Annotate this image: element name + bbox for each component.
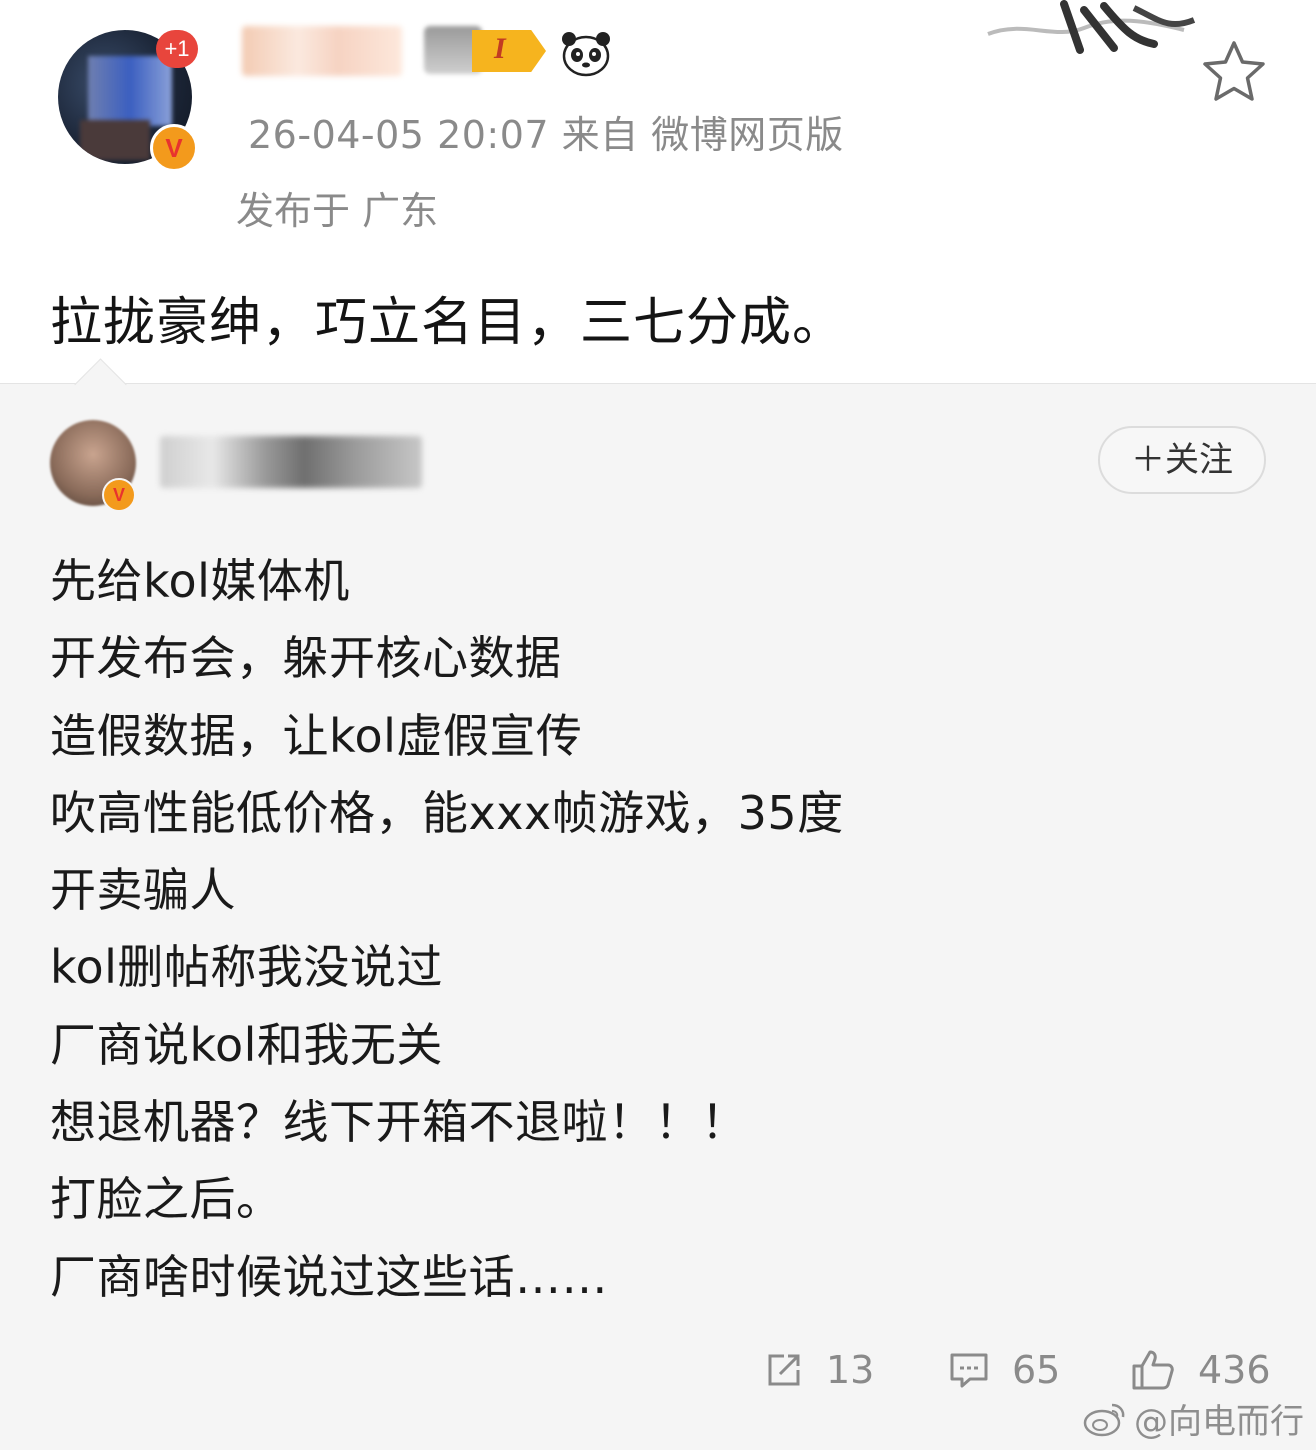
author-name-blurred[interactable] (242, 26, 402, 76)
avatar-mosaic (88, 56, 172, 126)
post-location: 发布于 广东 (236, 189, 439, 233)
verified-v-icon: V (150, 124, 198, 172)
repost-count: 13 (826, 1348, 875, 1392)
quoted-line: 吹高性能低价格，能xxx帧游戏，35度 (50, 785, 844, 840)
weibo-post: +1 V I 26-04-05 20:07 来自 微博网页版 发布于 广东 拉拢… (0, 0, 1316, 383)
quoted-line: 厂商啥时候说过这些话…… (50, 1249, 608, 1304)
post-text: 拉拢豪绅，巧立名目，三七分成。 (50, 293, 846, 353)
quoted-line: 打脸之后。 (50, 1172, 283, 1227)
quoted-post-text: 先给kol媒体机 开发布会，躲开核心数据 造假数据，让kol虚假宣传 吹高性能低… (50, 550, 844, 1323)
thumbs-up-icon (1132, 1350, 1174, 1390)
post-timestamp-source: 26-04-05 20:07 来自 微博网页版 (248, 113, 844, 157)
weibo-logo-icon (1083, 1403, 1125, 1436)
quoted-line: 开卖骗人 (50, 863, 236, 918)
quoted-line: 先给kol媒体机 (50, 554, 350, 608)
quoted-author-name-blurred[interactable] (160, 436, 422, 488)
quoted-line: 造假数据，让kol虚假宣传 (50, 708, 583, 763)
ink-watermark-icon (987, 0, 1196, 54)
weibo-watermark: @向电而行 (1082, 1394, 1304, 1443)
comment-icon (950, 1353, 988, 1388)
vip-level-number: I (494, 32, 506, 65)
comment-button[interactable]: 65 (948, 1340, 1060, 1400)
repost-button[interactable]: 13 (764, 1340, 874, 1400)
repost-icon (768, 1354, 800, 1386)
avatar-mosaic-lower (80, 120, 150, 160)
notification-badge: +1 (156, 30, 198, 68)
watermark-handle: @向电而行 (1134, 1402, 1304, 1442)
like-button[interactable]: 436 (1130, 1340, 1271, 1400)
quoted-line: kol删帖称我没说过 (50, 940, 443, 995)
like-count: 436 (1198, 1348, 1271, 1392)
vip-badge-arrow (472, 30, 546, 72)
verified-v-icon: V (102, 478, 136, 512)
quoted-line: 想退机器？线下开箱不退啦！！！ (50, 1095, 748, 1150)
vip-level-badge-icon[interactable]: I (424, 22, 548, 78)
comment-count: 65 (1012, 1348, 1061, 1392)
quoted-line: 厂商说kol和我无关 (50, 1017, 443, 1072)
follow-button[interactable]: ＋关注 (1098, 426, 1266, 494)
star-icon[interactable] (1200, 38, 1268, 104)
quoted-line: 开发布会，躲开核心数据 (50, 631, 562, 686)
panda-icon (562, 32, 610, 77)
